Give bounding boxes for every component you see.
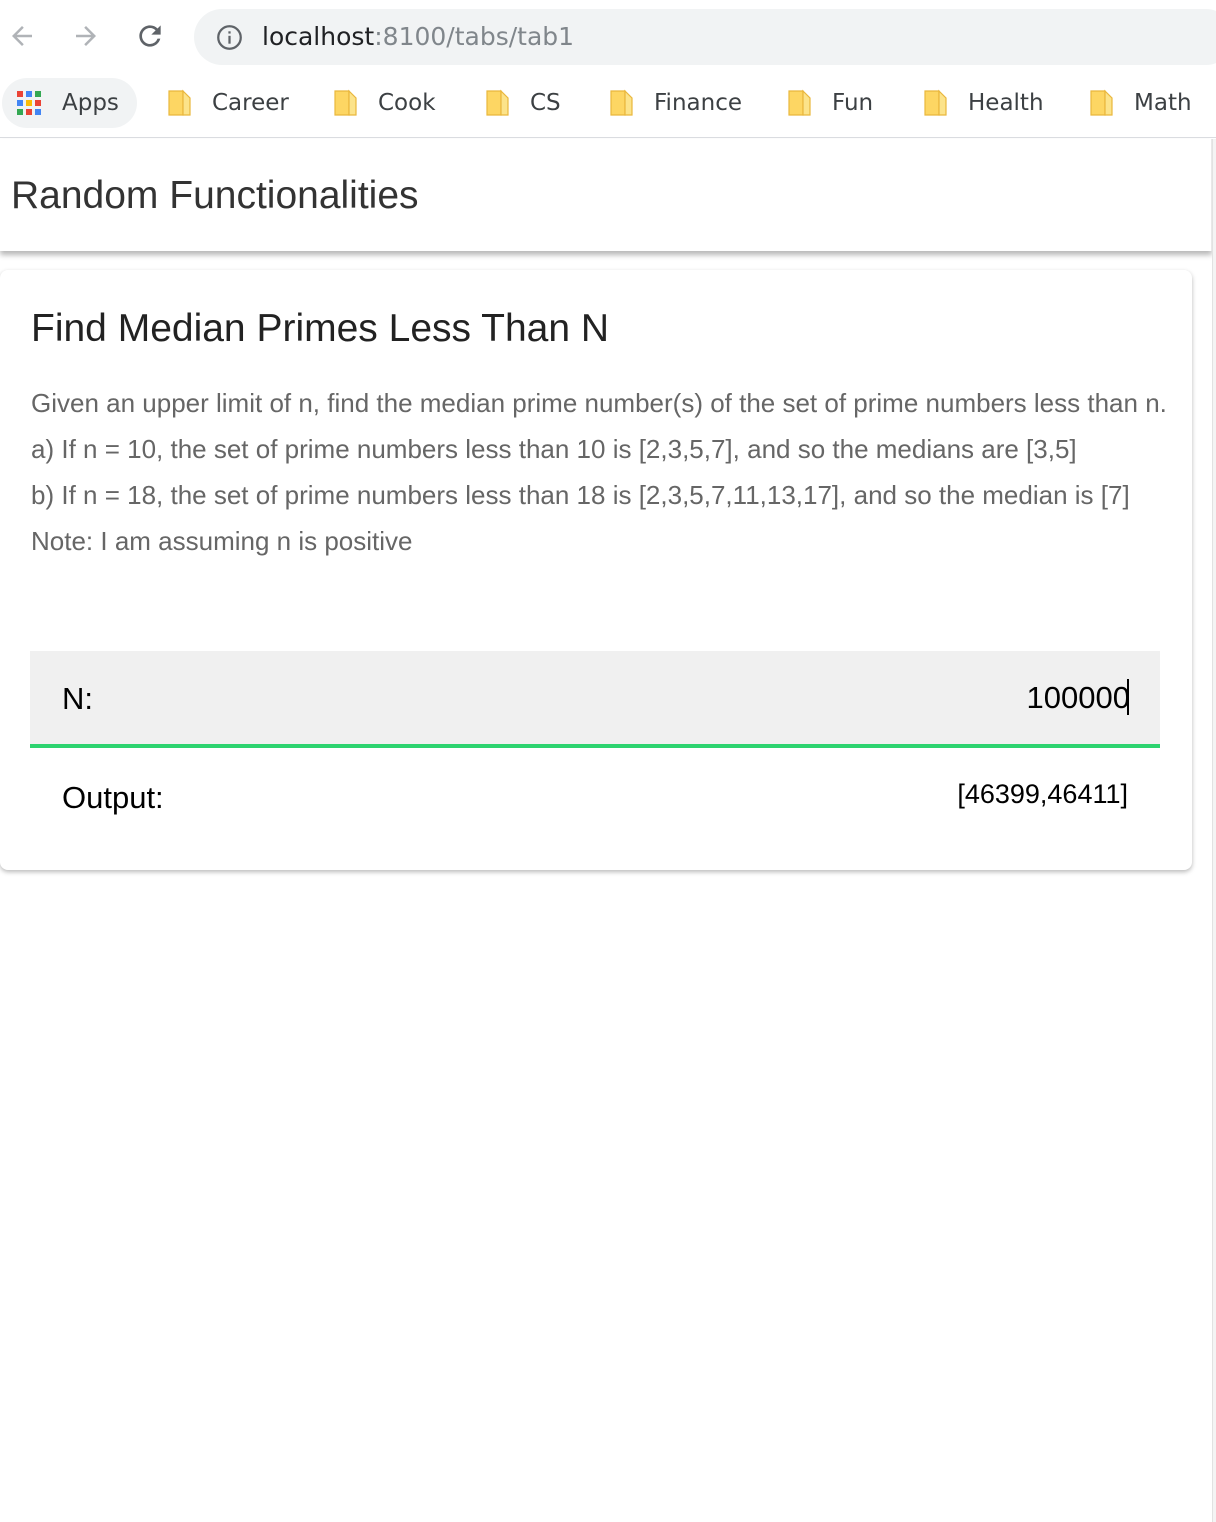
bookmark-label: CS bbox=[530, 90, 561, 116]
n-input[interactable] bbox=[630, 675, 1130, 721]
folder-icon bbox=[334, 89, 357, 116]
info-icon[interactable] bbox=[216, 24, 243, 51]
bookmark-label: Cook bbox=[378, 90, 436, 116]
page-title: Random Functionalities bbox=[11, 174, 419, 217]
example-b-text: b) If n = 18, the set of prime numbers l… bbox=[31, 480, 1130, 510]
reload-button[interactable] bbox=[130, 16, 170, 56]
bookmark-label: Apps bbox=[62, 90, 119, 116]
reload-icon bbox=[139, 25, 161, 47]
folder-icon bbox=[788, 89, 811, 116]
folder-icon bbox=[924, 89, 947, 116]
n-input-item[interactable]: N: bbox=[30, 651, 1160, 748]
bookmark-career[interactable]: Career bbox=[168, 78, 289, 128]
folder-icon bbox=[168, 89, 191, 116]
card-content: Given an upper limit of n, find the medi… bbox=[31, 382, 1171, 562]
bookmark-fun[interactable]: Fun bbox=[788, 78, 873, 128]
back-button[interactable] bbox=[2, 16, 42, 56]
bookmark-health[interactable]: Health bbox=[924, 78, 1044, 128]
bookmark-label: Finance bbox=[654, 90, 742, 116]
url-host: localhost bbox=[262, 22, 375, 51]
address-bar[interactable]: localhost:8100/tabs/tab1 bbox=[194, 9, 1216, 65]
bookmark-cook[interactable]: Cook bbox=[334, 78, 436, 128]
output-item: Output: [46399,46411] bbox=[30, 748, 1160, 848]
browser-toolbar: localhost:8100/tabs/tab1 bbox=[0, 0, 1216, 72]
bookmarks-bar: Apps Career Cook CS Finance Fun Health M… bbox=[0, 72, 1216, 138]
bookmark-math[interactable]: Math bbox=[1090, 78, 1192, 128]
output-value: [46399,46411] bbox=[957, 779, 1128, 809]
note-text: Note: I am assuming n is positive bbox=[31, 526, 413, 556]
forward-button[interactable] bbox=[66, 16, 106, 56]
text-caret bbox=[1127, 679, 1129, 715]
bookmark-label: Fun bbox=[832, 90, 874, 116]
url-text[interactable]: localhost:8100/tabs/tab1 bbox=[262, 21, 574, 53]
bookmark-cs[interactable]: CS bbox=[486, 78, 561, 128]
scrollbar[interactable] bbox=[1212, 139, 1216, 1522]
bookmark-label: Career bbox=[212, 90, 289, 116]
app-header: Random Functionalities bbox=[0, 139, 1212, 251]
apps-grid-icon bbox=[17, 91, 41, 115]
bookmark-apps[interactable]: Apps bbox=[2, 78, 137, 128]
folder-icon bbox=[610, 89, 633, 116]
example-a-text: a) If n = 10, the set of prime numbers l… bbox=[31, 434, 1077, 464]
output-label: Output: bbox=[62, 780, 164, 815]
card-title: Find Median Primes Less Than N bbox=[31, 307, 610, 350]
folder-icon bbox=[486, 89, 509, 116]
n-label: N: bbox=[62, 681, 93, 716]
description-text: Given an upper limit of n, find the medi… bbox=[31, 388, 1167, 418]
arrow-right-icon bbox=[76, 26, 96, 46]
median-primes-card: Find Median Primes Less Than N Given an … bbox=[0, 270, 1192, 870]
folder-icon bbox=[1090, 89, 1113, 116]
url-path: :8100/tabs/tab1 bbox=[374, 22, 575, 51]
bookmark-label: Health bbox=[968, 90, 1044, 116]
arrow-left-icon bbox=[12, 26, 32, 46]
bookmark-finance[interactable]: Finance bbox=[610, 78, 742, 128]
bookmark-label: Math bbox=[1134, 90, 1192, 116]
